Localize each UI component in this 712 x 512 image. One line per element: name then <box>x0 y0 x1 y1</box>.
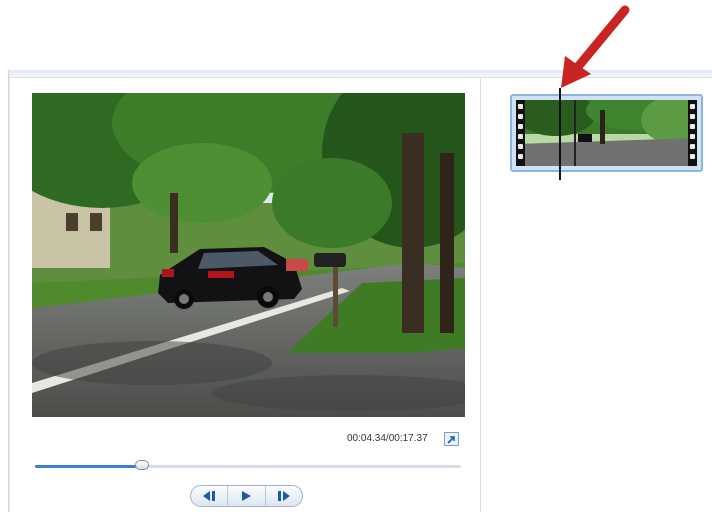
storyboard-playhead[interactable] <box>559 88 561 180</box>
fullscreen-button[interactable] <box>444 432 459 446</box>
seek-thumb[interactable] <box>134 460 149 470</box>
time-readout: 00:04.34/00:17.37 <box>347 433 428 444</box>
next-frame-icon <box>277 491 290 501</box>
clip-thumbnail-image <box>516 100 697 166</box>
previous-frame-icon <box>203 491 216 501</box>
video-frame-image <box>32 93 465 417</box>
previous-frame-button[interactable] <box>191 486 229 506</box>
next-frame-button[interactable] <box>266 486 302 506</box>
video-preview[interactable] <box>32 93 465 417</box>
playback-controls <box>190 485 303 507</box>
clip-thumbnails <box>516 100 697 166</box>
play-icon <box>242 491 252 501</box>
play-button[interactable] <box>228 486 266 506</box>
seek-progress <box>35 465 142 468</box>
expand-icon <box>447 436 455 444</box>
seek-bar[interactable] <box>35 460 461 470</box>
annotation-arrow-icon <box>561 5 630 88</box>
storyboard-clip[interactable] <box>510 94 703 172</box>
film-strip-left <box>516 100 525 166</box>
film-strip-right <box>688 100 697 166</box>
